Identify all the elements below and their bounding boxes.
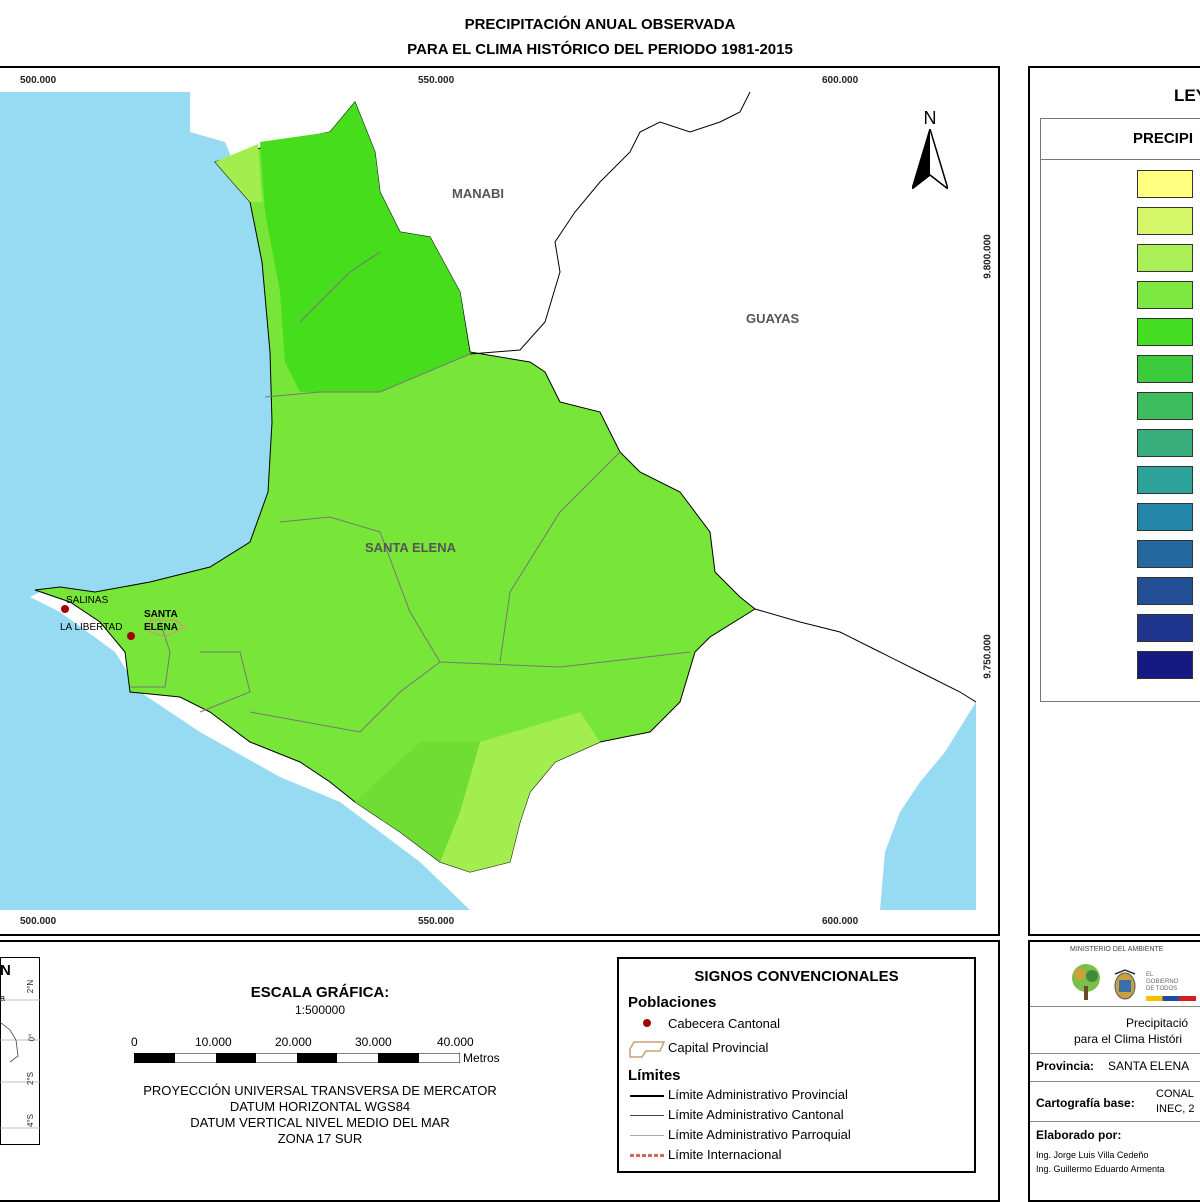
author-1: Ing. Jorge Luis Villa Cedeño bbox=[1036, 1150, 1149, 1160]
x-tick-bottom-500: 500.000 bbox=[20, 916, 57, 927]
scale-tick-40000: 40.000 bbox=[437, 1035, 474, 1049]
signs-limits-header: Límites bbox=[628, 1067, 681, 1084]
label-guayas: GUAYAS bbox=[746, 311, 800, 326]
signs-capital: Capital Provincial bbox=[668, 1040, 769, 1055]
projection-line-4: ZONA 17 SUR bbox=[277, 1131, 363, 1146]
cartografia-value-2: INEC, 2 bbox=[1156, 1103, 1195, 1115]
y-tick-9800000: 9.800.000 bbox=[982, 234, 994, 279]
parroquial-line-icon bbox=[630, 1135, 664, 1136]
legend-swatch-4 bbox=[1137, 281, 1193, 309]
inset-tick-4s: 4°S bbox=[25, 1114, 35, 1127]
signs-internacional: Límite Internacional bbox=[668, 1147, 782, 1162]
cabecera-marker-icon bbox=[643, 1019, 651, 1027]
scale-unit: Metros bbox=[463, 1051, 500, 1065]
legend-subheader: PRECIPI bbox=[1133, 130, 1194, 147]
legend-swatch-14 bbox=[1137, 651, 1193, 679]
capital-outline-icon bbox=[629, 1041, 666, 1058]
signs-cantonal: Límite Administrativo Cantonal bbox=[668, 1107, 844, 1122]
north-arrow-label: N bbox=[923, 108, 937, 128]
scale-bar bbox=[134, 1053, 460, 1063]
cartografia-label: Cartografía base: bbox=[1036, 1096, 1135, 1110]
legend-swatch-5 bbox=[1137, 318, 1193, 346]
info-divider-2 bbox=[1030, 1053, 1200, 1054]
legend-header: LEY bbox=[1174, 86, 1200, 105]
label-santa-elena-town-2: ELENA bbox=[144, 622, 178, 633]
label-la-libertad: LA LIBERTAD bbox=[60, 622, 123, 633]
cantonal-line-icon bbox=[630, 1115, 664, 1116]
info-divider-4 bbox=[1030, 1121, 1200, 1122]
x-tick-bottom-550: 550.000 bbox=[418, 916, 455, 927]
internacional-line-icon bbox=[630, 1154, 664, 1157]
x-tick-top-550: 550.000 bbox=[418, 75, 455, 86]
label-santa-elena: SANTA ELENA bbox=[365, 540, 456, 555]
map-canvas bbox=[0, 92, 976, 910]
map-title-line2: PARA EL CLIMA HISTÓRICO DEL PERIODO 1981… bbox=[407, 41, 793, 58]
signs-populations-header: Poblaciones bbox=[628, 994, 717, 1011]
author-2: Ing. Guillermo Eduardo Armenta bbox=[1036, 1164, 1165, 1174]
legend-swatch-10 bbox=[1137, 503, 1193, 531]
projection-block: PROYECCIÓN UNIVERSAL TRANSVERSA DE MERCA… bbox=[110, 1083, 530, 1147]
scale-tick-20000: 20.000 bbox=[275, 1035, 312, 1049]
label-manabi: MANABI bbox=[452, 186, 504, 201]
legend-swatch-11 bbox=[1137, 540, 1193, 568]
legend-swatch-12 bbox=[1137, 577, 1193, 605]
ministry-name: MINISTERIO DEL AMBIENTE bbox=[1070, 946, 1164, 953]
signs-provincial: Límite Administrativo Provincial bbox=[668, 1087, 848, 1102]
legend-swatch-1 bbox=[1137, 170, 1193, 198]
scale-title: ESCALA GRÁFICA: bbox=[250, 984, 390, 1001]
legend-swatch-13 bbox=[1137, 614, 1193, 642]
ministry-tree-logo-icon bbox=[1072, 964, 1100, 1000]
scale-ratio: 1:500000 bbox=[294, 1003, 346, 1017]
legend-swatch-3 bbox=[1137, 244, 1193, 272]
info-desc-line2: para el Clima Históri bbox=[1074, 1032, 1183, 1046]
projection-line-3: DATUM VERTICAL NIVEL MEDIO DEL MAR bbox=[190, 1115, 450, 1130]
inset-tick-2n: 2°N bbox=[26, 979, 36, 994]
town-la-libertad-marker bbox=[127, 632, 135, 640]
cartografia-value-1: CONAL bbox=[1156, 1088, 1194, 1100]
coat-of-arms-icon bbox=[1114, 969, 1136, 1000]
map-title-line1: PRECIPITACIÓN ANUAL OBSERVADA bbox=[464, 16, 736, 33]
projection-line-1: PROYECCIÓN UNIVERSAL TRANSVERSA DE MERCA… bbox=[143, 1083, 497, 1098]
projection-line-2: DATUM HORIZONTAL WGS84 bbox=[229, 1099, 411, 1114]
inset-tick-2s: 2°S bbox=[25, 1072, 35, 1085]
scale-tick-0: 0 bbox=[131, 1035, 138, 1049]
info-divider-1 bbox=[1030, 1006, 1200, 1007]
x-tick-top-500: 500.000 bbox=[20, 75, 57, 86]
north-arrow: N bbox=[910, 108, 950, 194]
legend-swatch-2 bbox=[1137, 207, 1193, 235]
provincia-value: SANTA ELENA bbox=[1108, 1059, 1190, 1073]
signs-title: SIGNOS CONVENCIONALES bbox=[694, 968, 899, 985]
elaborado-label: Elaborado por: bbox=[1036, 1128, 1122, 1142]
legend-swatch-6 bbox=[1137, 355, 1193, 383]
scale-tick-30000: 30.000 bbox=[355, 1035, 392, 1049]
x-tick-bottom-600: 600.000 bbox=[822, 916, 859, 927]
legend-divider bbox=[1040, 159, 1200, 160]
north-arrow-icon bbox=[910, 126, 950, 192]
x-tick-top-600: 600.000 bbox=[822, 75, 859, 86]
flag-stripe bbox=[1146, 996, 1196, 1001]
info-desc-line1: Precipitació bbox=[1126, 1016, 1189, 1030]
label-santa-elena-town-1: SANTA bbox=[144, 609, 178, 620]
provincial-line-icon bbox=[630, 1095, 664, 1097]
info-divider-3 bbox=[1030, 1081, 1200, 1082]
gob-label: EL GOBIERNO DE TODOS bbox=[1146, 972, 1179, 992]
inset-tick-0: 0° bbox=[27, 1033, 37, 1042]
signs-parroquial: Límite Administrativo Parroquial bbox=[668, 1127, 851, 1142]
legend-swatch-8 bbox=[1137, 429, 1193, 457]
label-salinas: SALINAS bbox=[66, 595, 109, 606]
scale-tick-10000: 10.000 bbox=[195, 1035, 232, 1049]
legend-swatch-9 bbox=[1137, 466, 1193, 494]
town-salinas-marker bbox=[61, 605, 69, 613]
y-tick-9750000: 9.750.000 bbox=[982, 634, 994, 679]
signs-cabecera: Cabecera Cantonal bbox=[668, 1016, 781, 1031]
legend-swatch-7 bbox=[1137, 392, 1193, 420]
provincia-label: Provincia: bbox=[1036, 1059, 1095, 1073]
